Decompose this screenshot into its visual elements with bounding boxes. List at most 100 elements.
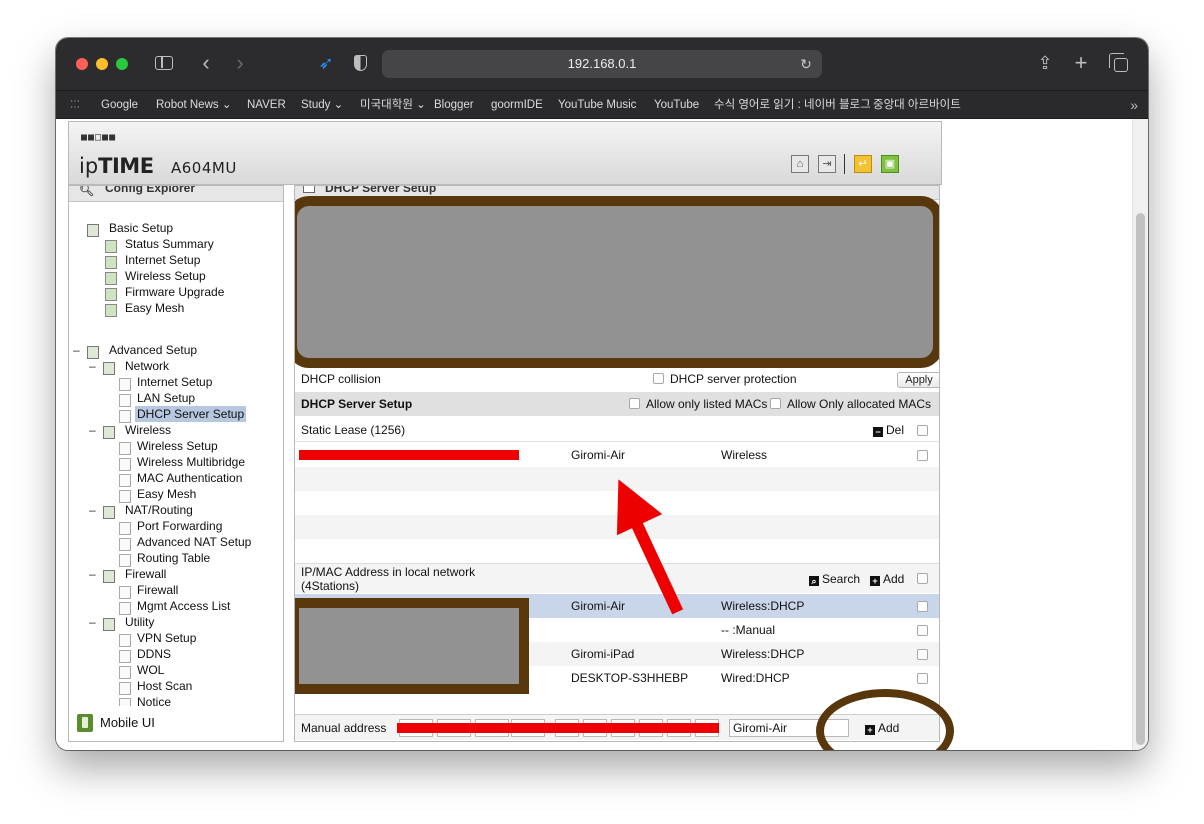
bookmark-blogger[interactable]: Blogger xyxy=(434,91,474,119)
tree-lan-setup[interactable]: LAN Setup xyxy=(137,390,195,406)
sidebar-toggle-icon[interactable] xyxy=(152,52,176,76)
dhcp-protection-label: DHCP server protection xyxy=(670,372,797,386)
bookmark-naver[interactable]: NAVER xyxy=(247,91,286,119)
save-icon[interactable]: ▣ xyxy=(881,155,899,173)
allow-listed-checkbox[interactable] xyxy=(629,398,640,409)
select-all-static-checkbox[interactable] xyxy=(917,425,928,436)
apps-grid-icon[interactable]: ⋯ ⋯ xyxy=(70,97,84,113)
select-all-local-checkbox[interactable] xyxy=(917,573,928,584)
collapse-icon[interactable]: – xyxy=(89,422,96,438)
extension-icon[interactable]: ➶ xyxy=(314,52,338,76)
collapse-icon[interactable]: – xyxy=(73,342,80,358)
row-checkbox[interactable] xyxy=(917,601,928,612)
tree-wol[interactable]: WOL xyxy=(137,662,164,678)
tree-wireless[interactable]: Wireless xyxy=(125,422,171,438)
bookmark-youtube[interactable]: YouTube xyxy=(654,91,699,119)
add-button[interactable]: + Add xyxy=(870,572,904,586)
nat-folder-icon xyxy=(103,506,115,519)
mobile-ui-link[interactable]: Mobile UI xyxy=(100,715,155,730)
tree-port-forwarding[interactable]: Port Forwarding xyxy=(137,518,222,534)
scrollbar[interactable] xyxy=(1132,119,1148,750)
dhcp-protection-checkbox[interactable] xyxy=(653,373,664,384)
zoom-window-button[interactable] xyxy=(116,58,128,70)
allow-allocated-checkbox[interactable] xyxy=(770,398,781,409)
row-checkbox[interactable] xyxy=(917,673,928,684)
allow-allocated-label: Allow Only allocated MACs xyxy=(787,397,932,411)
title-bar: ‹ › ➶ 192.168.0.1 ↻ ⇪ + xyxy=(56,38,1148,90)
plus-icon: + xyxy=(870,576,880,586)
tree-mgmt-access-list[interactable]: Mgmt Access List xyxy=(137,598,230,614)
row-checkbox[interactable] xyxy=(917,450,928,461)
page-icon xyxy=(119,394,131,407)
address-bar[interactable]: 192.168.0.1 ↻ xyxy=(382,50,822,78)
scrollbar-thumb[interactable] xyxy=(1136,213,1145,745)
minimize-window-button[interactable] xyxy=(96,58,108,70)
allow-listed-label: Allow only listed MACs xyxy=(646,397,768,411)
tree-firmware-upgrade[interactable]: Firmware Upgrade xyxy=(125,284,224,300)
more-bookmarks-icon[interactable]: » xyxy=(1130,91,1138,119)
bookmark-grad-school[interactable]: 미국대학원 ⌄ xyxy=(360,91,426,119)
tree-wireless-multibridge[interactable]: Wireless Multibridge xyxy=(137,454,245,470)
header-separator xyxy=(844,154,845,174)
back-icon[interactable]: ‹ xyxy=(194,52,218,76)
collapse-icon[interactable]: – xyxy=(89,358,96,374)
delete-button[interactable]: − Del xyxy=(873,423,904,437)
privacy-shield-icon[interactable] xyxy=(348,52,372,76)
collapse-icon[interactable]: – xyxy=(89,614,96,630)
row-checkbox[interactable] xyxy=(917,649,928,660)
bookmark-google[interactable]: Google xyxy=(101,91,138,119)
reload-icon[interactable]: ↻ xyxy=(796,52,816,76)
bookmark-naver-blog[interactable]: 수식 영어로 읽기 : 네이버 블로그 xyxy=(714,91,871,119)
tree-dhcp-server-setup[interactable]: DHCP Server Setup xyxy=(135,406,247,422)
tree-advanced-nat-setup[interactable]: Advanced NAT Setup xyxy=(137,534,251,550)
return-icon[interactable]: ↵ xyxy=(854,155,872,173)
bookmark-goormide[interactable]: goormIDE xyxy=(491,91,543,119)
logout-icon[interactable]: ⇥ xyxy=(818,155,836,173)
dhcp-collision-row: DHCP collision DHCP server protection Ap… xyxy=(295,368,939,390)
apply-button[interactable]: Apply xyxy=(897,372,939,388)
search-button[interactable]: ⌕ Search xyxy=(809,572,860,586)
close-window-button[interactable] xyxy=(76,58,88,70)
tree-wireless-setup[interactable]: Wireless Setup xyxy=(125,268,206,284)
redacted-settings-area xyxy=(295,196,939,368)
row-checkbox[interactable] xyxy=(917,625,928,636)
bookmark-cau-job[interactable]: 중앙대 아르바이트 xyxy=(873,91,961,119)
tree-mac-authentication[interactable]: MAC Authentication xyxy=(137,470,242,486)
page-icon xyxy=(119,634,131,647)
tree-utility[interactable]: Utility xyxy=(125,614,154,630)
forward-icon[interactable]: › xyxy=(228,52,252,76)
firmware-icon xyxy=(105,288,117,301)
tree-internet-setup[interactable]: Internet Setup xyxy=(125,252,200,268)
tree-host-scan[interactable]: Host Scan xyxy=(137,678,192,694)
static-lease-title: Static Lease (1256) xyxy=(301,423,406,437)
new-tab-icon[interactable]: + xyxy=(1069,52,1093,76)
tree-network-internet-setup[interactable]: Internet Setup xyxy=(137,374,212,390)
logo-mark: ■■□■■ xyxy=(81,132,117,143)
bookmark-study[interactable]: Study ⌄ xyxy=(301,91,343,119)
tree-adv-easy-mesh[interactable]: Easy Mesh xyxy=(137,486,196,502)
tree-firewall-group[interactable]: Firewall xyxy=(125,566,166,582)
home-icon[interactable]: ⌂ xyxy=(791,155,809,173)
tree-firewall[interactable]: Firewall xyxy=(137,582,178,598)
tree-routing-table[interactable]: Routing Table xyxy=(137,550,210,566)
dhcp-section-header: DHCP Server Setup Allow only listed MACs… xyxy=(295,392,939,416)
tree-vpn-setup[interactable]: VPN Setup xyxy=(137,630,196,646)
tab-overview-icon[interactable] xyxy=(1108,52,1132,76)
bookmark-robot-news[interactable]: Robot News ⌄ xyxy=(156,91,231,119)
tree-nat-routing[interactable]: NAT/Routing xyxy=(125,502,193,518)
bookmark-youtube-music[interactable]: YouTube Music xyxy=(558,91,636,119)
tree-basic-setup[interactable]: Basic Setup xyxy=(109,220,173,236)
collapse-icon[interactable]: – xyxy=(89,566,96,582)
tree-ddns[interactable]: DDNS xyxy=(137,646,171,662)
tree-advanced-setup[interactable]: Advanced Setup xyxy=(109,342,197,358)
tree-easy-mesh[interactable]: Easy Mesh xyxy=(125,300,184,316)
share-icon[interactable]: ⇪ xyxy=(1033,52,1057,76)
tree-adv-wireless-setup[interactable]: Wireless Setup xyxy=(137,438,218,454)
station-count: (4Stations) xyxy=(301,579,360,593)
collapse-icon[interactable]: – xyxy=(89,502,96,518)
page-icon xyxy=(119,458,131,471)
tree-status-summary[interactable]: Status Summary xyxy=(125,236,214,252)
redacted-ip-mac-list xyxy=(295,598,529,694)
utility-folder-icon xyxy=(103,618,115,631)
tree-network[interactable]: Network xyxy=(125,358,169,374)
